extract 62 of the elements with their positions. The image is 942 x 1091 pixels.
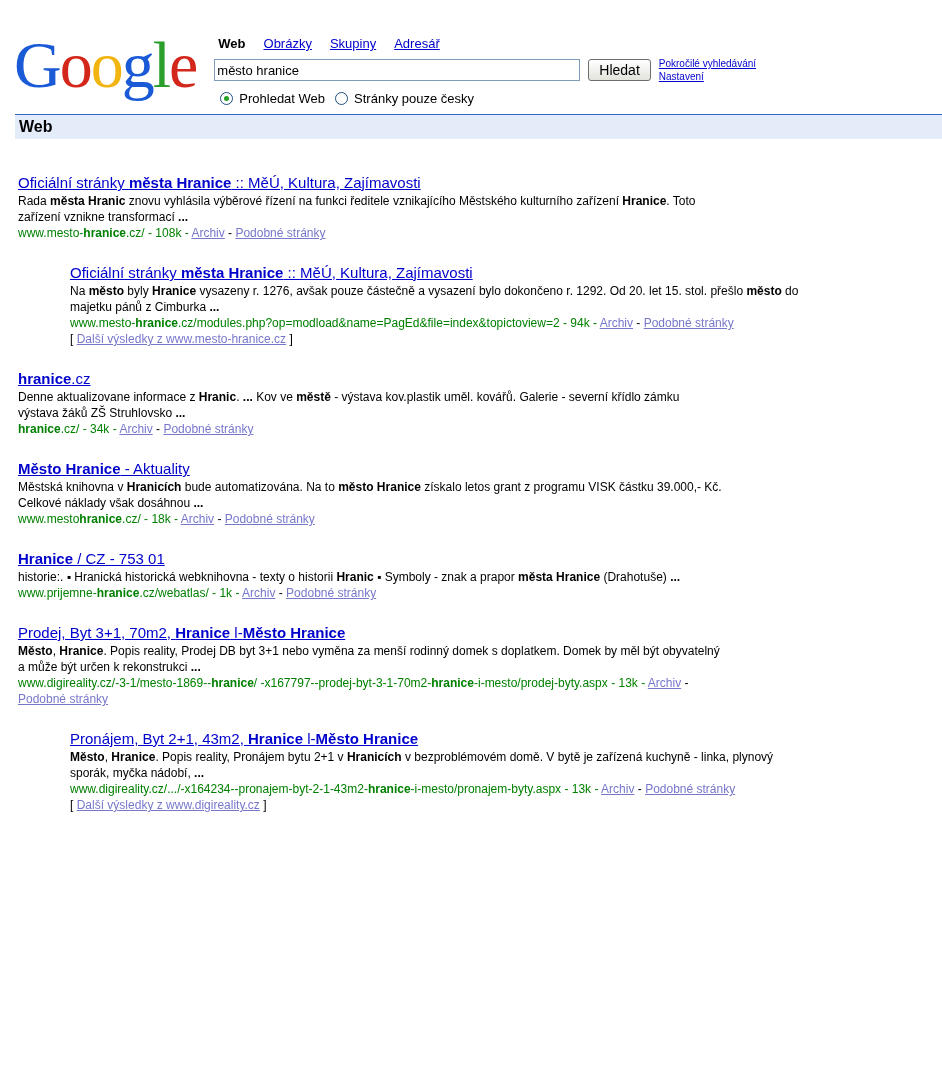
result-title-link[interactable]: Město Hranice - Aktuality bbox=[18, 459, 190, 479]
radio-label: Prohledat Web bbox=[239, 91, 326, 106]
result-title-link[interactable]: Oficiální stránky města Hranice :: MěÚ, Kultura, Zajímavosti bbox=[18, 173, 421, 193]
radio-label: Stránky pouze česky bbox=[354, 91, 475, 106]
result-snippet: Město, Hranice. Popis reality, Pronájem bytu 2+1 v Hranicích v bezproblémovém domě. V bytě je zařízená kuchyně - linka, plynový sporák, myčka nádobí, ... bbox=[70, 749, 775, 781]
cache-link[interactable]: Archiv bbox=[647, 676, 682, 690]
separator: - bbox=[636, 316, 641, 330]
cache-link[interactable]: Archiv bbox=[119, 422, 153, 436]
separator: - bbox=[684, 676, 689, 690]
search-tab[interactable]: Obrázky bbox=[263, 36, 312, 51]
google-logo[interactable]: Google bbox=[14, 30, 197, 100]
similar-pages-link[interactable]: Podobné stránky bbox=[224, 512, 315, 526]
bracket: ] bbox=[289, 332, 293, 346]
bracket: [ bbox=[70, 332, 74, 346]
more-results-link[interactable]: Další výsledky z www.digireality.cz bbox=[76, 798, 260, 812]
result-title-link[interactable]: Prodej, Byt 3+1, 70m2, Hranice l-Město Hranice bbox=[18, 623, 346, 643]
result-title-link[interactable]: Hranice / CZ - 753 01 bbox=[18, 549, 165, 569]
similar-pages-link[interactable]: Podobné stránky bbox=[643, 316, 734, 330]
search-tab[interactable]: Adresář bbox=[394, 36, 440, 51]
cache-link[interactable]: Archiv bbox=[242, 586, 276, 600]
separator: - bbox=[217, 512, 222, 526]
search-tab[interactable]: Web bbox=[218, 36, 246, 51]
search-button[interactable]: Hledat bbox=[588, 59, 651, 81]
result-snippet: Rada města Hranic znovu vyhlásila výběrové řízení na funkci ředitele vznikajícího Městského kulturního zařízení Hranice. Toto zařízení vznikne transformací ... bbox=[18, 193, 697, 225]
result-snippet: Město, Hranice. Popis reality, Prodej DB byt 3+1 nebo vyměna za menší rodinný domek s doplatkem. Domek by měl být obyvatelný a může být určen k rekonstrukci ... bbox=[18, 643, 721, 675]
result-snippet: Na město byly Hranice vysazeny r. 1276, avšak pouze částečně a vysazení bylo dokončeno r. 1292. Od 20. let 15. stol. přešlo město do majetku pánů z Cimburka ... bbox=[70, 283, 800, 315]
similar-pages-link[interactable]: Podobné stránky bbox=[235, 226, 326, 240]
separator: - bbox=[637, 782, 642, 796]
similar-pages-link[interactable]: Podobné stránky bbox=[18, 692, 109, 706]
result-url: hranice.cz/ - 34k - bbox=[18, 422, 117, 436]
result-url: www.digireality.cz/.../-x164234--pronajem-byt-2-1-43m2-hranice-i-mesto/pronajem-byty.aspx - 13k - bbox=[70, 782, 599, 796]
cache-link[interactable]: Archiv bbox=[191, 226, 225, 240]
result-title-link[interactable]: Oficiální stránky města Hranice :: MěÚ, Kultura, Zajímavosti bbox=[70, 263, 473, 283]
result-url: www.digireality.cz/-3-1/mesto-1869--hranice/ -x167797--prodej-byt-3-1-70m2-hranice-i-mesto/prodej-byty.aspx - 13k - bbox=[18, 676, 646, 690]
similar-pages-link[interactable]: Podobné stránky bbox=[645, 782, 736, 796]
similar-pages-link[interactable]: Podobné stránky bbox=[286, 586, 377, 600]
separator: - bbox=[278, 586, 283, 600]
result-title-link[interactable]: hranice.cz bbox=[18, 369, 91, 389]
result-snippet: Denne aktualizovane informace z Hranic. ... Kov ve městě - výstava kov.plastik uměl. kovářů. Galerie - severní křídlo zámku výstava žáků ZŠ Struhlovsko ... bbox=[18, 389, 681, 421]
settings-link[interactable]: Nastavení bbox=[658, 70, 757, 83]
result-url: www.prijemne-hranice.cz/webatlas/ - 1k - bbox=[18, 586, 240, 600]
settings-link[interactable]: Pokročilé vyhledávání bbox=[658, 57, 757, 70]
radio-button[interactable] bbox=[220, 92, 234, 105]
cache-link[interactable]: Archiv bbox=[180, 512, 215, 526]
result-snippet: Městská knihovna v Hranicích bude automatizována. Na to město Hranice získalo letos grant z programu VISK částku 39.000,- Kč. Celkové náklady však dosáhnou ... bbox=[18, 479, 723, 511]
similar-pages-link[interactable]: Podobné stránky bbox=[163, 422, 254, 436]
result-title-link[interactable]: Pronájem, Byt 2+1, 43m2, Hranice l-Město Hranice bbox=[70, 729, 419, 749]
bracket: ] bbox=[263, 798, 267, 812]
result-url: www.mesto-hranice.cz/ - 108k - bbox=[18, 226, 189, 240]
search-tab[interactable]: Skupiny bbox=[329, 36, 377, 51]
radio-button[interactable] bbox=[335, 92, 349, 105]
separator: - bbox=[228, 226, 233, 240]
section-title: Web bbox=[19, 118, 53, 136]
result-url: www.mestohranice.cz/ - 18k - bbox=[18, 512, 179, 526]
search-field[interactable]: město hranice bbox=[214, 59, 581, 81]
result-url: www.mesto-hranice.cz/modules.php?op=modload&name=PagEd&file=index&topictoview=2 - 94k - bbox=[70, 316, 597, 330]
separator: - bbox=[156, 422, 161, 436]
bracket: [ bbox=[70, 798, 74, 812]
result-snippet: historie:. ▪ Hranická historická webknihovna - texty o historii Hranic ▪ Symboly - znak a prapor města Hranice (Drahotuše) ... bbox=[18, 569, 682, 585]
more-results-link[interactable]: Další výsledky z www.mesto-hranice.cz bbox=[76, 332, 287, 346]
cache-link[interactable]: Archiv bbox=[601, 782, 635, 796]
cache-link[interactable]: Archiv bbox=[599, 316, 633, 330]
